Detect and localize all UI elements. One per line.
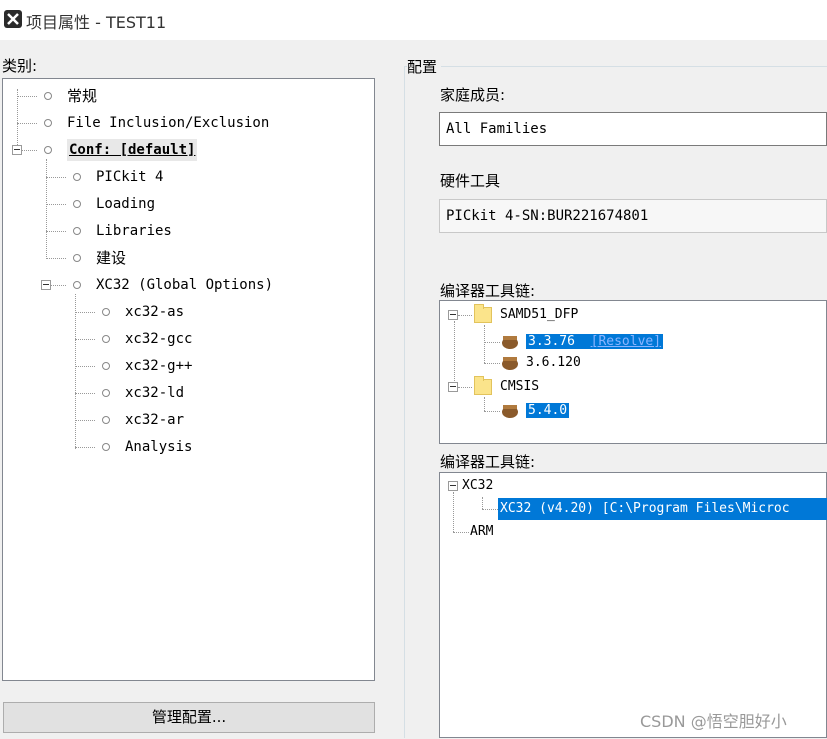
collapse-xc32-toolchain-icon[interactable] (448, 481, 458, 491)
tree-line (75, 447, 95, 448)
tree-line (458, 387, 472, 388)
circle-bullet-icon (44, 119, 52, 127)
tree-line (482, 509, 498, 510)
hardware-tool-label: 硬件工具 (440, 172, 501, 190)
category-tree[interactable]: 常规 File Inclusion/Exclusion Conf: [defau… (2, 78, 375, 681)
tree-line (453, 532, 469, 533)
folder-icon (474, 376, 492, 395)
pack-version-5-4-0[interactable]: 5.4.0 (526, 400, 570, 422)
config-group-border (404, 66, 405, 738)
circle-bullet-icon (102, 335, 110, 343)
pack-cmsis[interactable]: CMSIS (500, 376, 539, 398)
tree-line (46, 159, 47, 257)
circle-bullet-icon (73, 281, 81, 289)
tree-line (46, 204, 66, 205)
window-title: 项目属性 - TEST11 (26, 13, 167, 32)
toolchain-group-arm[interactable]: ARM (470, 521, 493, 543)
tree-line (46, 258, 66, 259)
circle-bullet-icon (102, 416, 110, 424)
pack-version-3-6-120[interactable]: 3.6.120 (526, 352, 581, 374)
compiler-toolchain-label: 编译器工具链: (440, 282, 536, 300)
tree-line (75, 312, 95, 313)
app-x-icon (4, 10, 22, 28)
tree-line (484, 342, 500, 343)
tree-line (453, 492, 454, 532)
circle-bullet-icon (73, 200, 81, 208)
compiler-pot-icon (502, 336, 518, 349)
tree-line (17, 89, 18, 149)
folder-icon (474, 304, 492, 323)
config-group-label: 配置 (407, 56, 442, 77)
tree-line (17, 96, 37, 97)
family-field[interactable]: All Families (439, 112, 827, 146)
tree-line (458, 315, 472, 316)
circle-bullet-icon (73, 227, 81, 235)
tree-line (75, 339, 95, 340)
collapse-samd51-icon[interactable] (448, 310, 458, 320)
tree-line (484, 325, 485, 363)
tree-line (484, 363, 500, 364)
pack-version-3-3-76[interactable]: 3.3.76 [Resolve] (526, 331, 664, 353)
toolchain-group-xc32[interactable]: XC32 (462, 475, 493, 497)
tree-line (75, 420, 95, 421)
compiler-pot-icon (502, 405, 518, 418)
family-label: 家庭成员: (440, 86, 506, 104)
circle-bullet-icon (44, 146, 52, 154)
title-bar: 项目属性 - TEST11 (0, 0, 827, 40)
tree-line (46, 177, 66, 178)
tree-line (21, 150, 37, 151)
hardware-tool-field[interactable]: PICkit 4-SN:BUR221674801 (439, 199, 827, 233)
tree-line (46, 231, 66, 232)
circle-bullet-icon (44, 92, 52, 100)
resolve-link[interactable]: [Resolve] (591, 334, 661, 349)
tree-line (482, 497, 483, 509)
tree-line (50, 285, 66, 286)
compiler-pot-icon (502, 357, 518, 370)
circle-bullet-icon (102, 362, 110, 370)
config-group-border (404, 66, 827, 67)
tree-line (454, 321, 455, 381)
tree-line (75, 294, 76, 449)
circle-bullet-icon (73, 173, 81, 181)
tree-line (75, 366, 95, 367)
compiler-toolchain-list[interactable]: XC32 XC32 (v4.20) [C:\Program Files\Micr… (439, 472, 827, 738)
toolchain-xc32-v420[interactable]: XC32 (v4.20) [C:\Program Files\Microc (498, 498, 827, 520)
watermark: CSDN @悟空胆好小 (640, 712, 787, 731)
tree-line (75, 393, 95, 394)
pack-samd51-dfp[interactable]: SAMD51_DFP (500, 304, 578, 326)
tree-line (484, 411, 500, 412)
circle-bullet-icon (102, 308, 110, 316)
collapse-cmsis-icon[interactable] (448, 382, 458, 392)
manage-configurations-button[interactable]: 管理配置... (3, 702, 375, 733)
compiler-toolchain-tree[interactable]: SAMD51_DFP 3.3.76 [Resolve] 3.6.120 CMSI… (439, 300, 827, 444)
circle-bullet-icon (73, 254, 81, 262)
categories-label: 类别: (2, 57, 38, 75)
tree-line (17, 123, 37, 124)
collapse-xc32-icon[interactable] (41, 280, 51, 290)
collapse-conf-icon[interactable] (12, 145, 22, 155)
version-text: 3.3.76 [Resolve] (526, 334, 664, 349)
circle-bullet-icon (102, 443, 110, 451)
tree-line (484, 397, 485, 411)
circle-bullet-icon (102, 389, 110, 397)
compiler-toolchain-label-2: 编译器工具链: (440, 453, 536, 471)
